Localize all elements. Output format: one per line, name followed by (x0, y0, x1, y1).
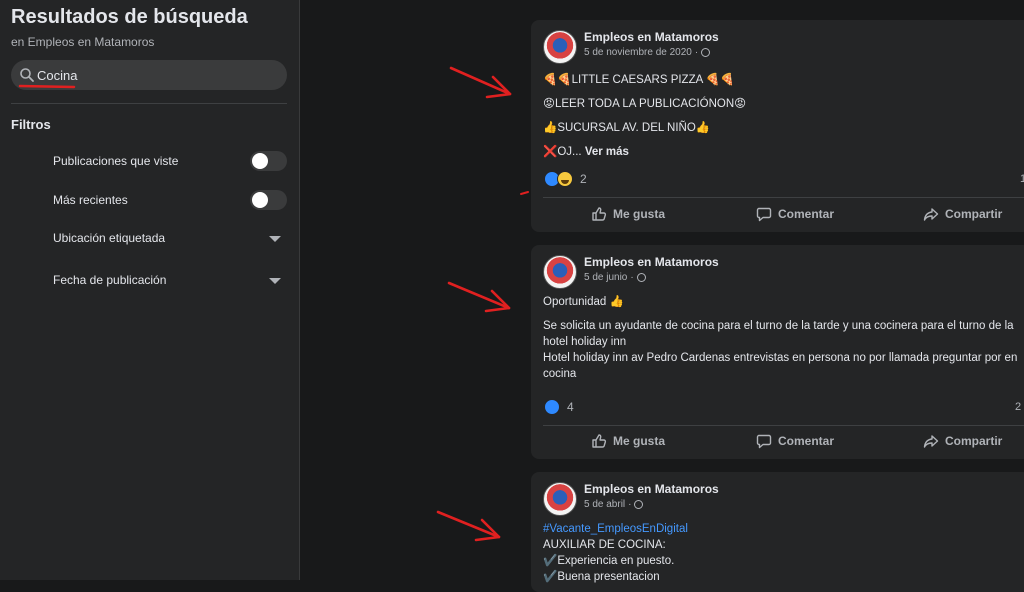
toggle-switch[interactable] (250, 151, 287, 171)
search-input[interactable] (37, 64, 277, 86)
share-label: Compartir (945, 207, 1003, 221)
arrow-annotation (447, 281, 511, 313)
post-meta: 5 de junio · (584, 272, 646, 283)
filter-publish-date[interactable]: Fecha de publicación (53, 269, 287, 293)
filter-tagged-location[interactable]: Ubicación etiquetada (53, 227, 287, 251)
filter-label: Más recientes (53, 193, 128, 207)
avatar[interactable] (543, 255, 577, 289)
post-actions: Me gusta Comentar Compartir (543, 199, 1024, 229)
like-reaction-icon (544, 399, 560, 415)
post-body: #Vacante_EmpleosEnDigital AUXILIAR DE CO… (543, 521, 688, 585)
post-card: Empleos en Matamoros 5 de abril · #Vacan… (531, 472, 1024, 592)
toggle-knob (252, 153, 268, 169)
post-date[interactable]: 5 de noviembre de 2020 (584, 47, 692, 58)
caret-down-icon (269, 278, 281, 284)
search-sidebar: Resultados de búsqueda en Empleos en Mat… (0, 0, 300, 580)
avatar[interactable] (543, 482, 577, 516)
post-author[interactable]: Empleos en Matamoros (584, 255, 719, 269)
share-icon (923, 435, 939, 448)
post-text-line: ✔️Buena presentacion (543, 571, 660, 583)
filter-label: Fecha de publicación (53, 273, 167, 287)
comment-button[interactable]: Comentar (756, 426, 834, 456)
filters-heading: Filtros (11, 117, 51, 132)
comment-icon (756, 434, 772, 449)
filter-label: Publicaciones que viste (53, 154, 179, 168)
post-author[interactable]: Empleos en Matamoros (584, 482, 719, 496)
globe-icon (701, 48, 711, 57)
globe-icon (634, 500, 644, 509)
share-icon (923, 208, 939, 221)
search-icon (20, 68, 34, 82)
thumbs-up-icon (592, 207, 607, 221)
post-date[interactable]: 5 de junio (584, 272, 627, 283)
page-subtitle: en Empleos en Matamoros (11, 35, 155, 49)
comment-icon (756, 207, 772, 222)
share-label: Compartir (945, 434, 1003, 448)
haha-reaction-icon (557, 171, 573, 187)
comment-count[interactable]: 2 (1015, 401, 1021, 413)
toggle-knob (252, 192, 268, 208)
divider (543, 197, 1024, 198)
post-text-line: 👍SUCURSAL AV. DEL NIÑO👍 (543, 122, 711, 134)
hashtag-link[interactable]: #Vacante_EmpleosEnDigital (543, 521, 688, 537)
globe-icon (636, 273, 646, 282)
post-text-line (543, 310, 1017, 318)
post-card: Empleos en Matamoros 5 de noviembre de 2… (531, 20, 1024, 232)
post-card: Empleos en Matamoros 5 de junio · Oportu… (531, 245, 1024, 459)
post-text-line: AUXILIAR DE COCINA: (543, 539, 666, 551)
search-box[interactable] (11, 60, 287, 90)
post-meta: 5 de noviembre de 2020 · (584, 47, 711, 58)
reactions-summary[interactable]: 2 (544, 171, 587, 187)
post-meta: 5 de abril · (584, 499, 644, 510)
toggle-switch[interactable] (250, 190, 287, 210)
page-title: Resultados de búsqueda (11, 6, 248, 28)
filter-most-recent[interactable]: Más recientes (53, 189, 287, 213)
share-button[interactable]: Compartir (923, 426, 1002, 456)
post-text-line: Hotel holiday inn av Pedro Cardenas entr… (543, 352, 1018, 364)
comment-count[interactable]: 1 (1020, 173, 1024, 185)
like-button[interactable]: Me gusta (591, 199, 665, 229)
reaction-count: 2 (580, 172, 587, 186)
divider (11, 103, 287, 104)
comment-label: Comentar (778, 434, 835, 448)
avatar[interactable] (543, 30, 577, 64)
post-actions: Me gusta Comentar Compartir (543, 426, 1024, 456)
comment-label: Comentar (778, 207, 835, 221)
post-text-line: ✔️Experiencia en puesto. (543, 555, 675, 567)
post-text-line: 🍕🍕LITTLE CAESARS PIZZA 🍕🍕 (543, 74, 735, 86)
post-text-line: cocina (543, 368, 577, 380)
post-text-line: hotel holiday inn (543, 336, 627, 348)
post-author[interactable]: Empleos en Matamoros (584, 30, 719, 44)
like-label: Me gusta (613, 434, 666, 448)
stray-mark (520, 191, 529, 195)
post-text-line: ❌OJ... (543, 146, 582, 158)
post-date[interactable]: 5 de abril (584, 499, 625, 510)
post-body: 🍕🍕LITTLE CAESARS PIZZA 🍕🍕 😡LEER TODA LA … (543, 68, 746, 164)
arrow-annotation (436, 510, 501, 542)
filter-label: Ubicación etiquetada (53, 231, 166, 245)
comment-button[interactable]: Comentar (756, 199, 834, 229)
see-more-link[interactable]: Ver más (585, 146, 629, 158)
caret-down-icon (269, 236, 281, 242)
like-button[interactable]: Me gusta (591, 426, 665, 456)
post-text-line: Oportunidad 👍 (543, 296, 624, 308)
reactions-summary[interactable]: 4 (544, 399, 574, 415)
arrow-annotation (449, 66, 512, 99)
thumbs-up-icon (592, 434, 607, 448)
like-label: Me gusta (613, 207, 666, 221)
filter-seen-posts[interactable]: Publicaciones que viste (53, 150, 287, 174)
reaction-count: 4 (567, 400, 574, 414)
post-body: Oportunidad 👍 Se solicita un ayudante de… (543, 294, 1017, 382)
share-button[interactable]: Compartir (923, 199, 1002, 229)
post-text-line: Se solicita un ayudante de cocina para e… (543, 320, 1014, 332)
post-text-line: 😡LEER TODA LA PUBLICACIÓNON😡 (543, 98, 747, 110)
